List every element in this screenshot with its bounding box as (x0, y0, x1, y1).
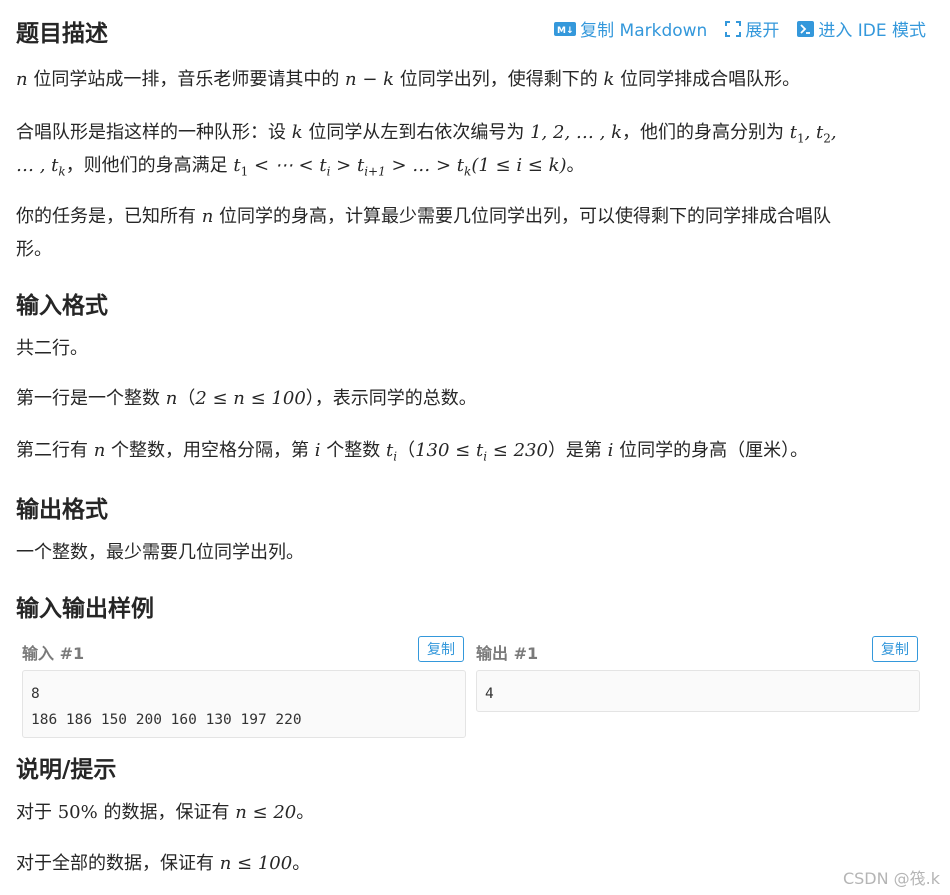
section-title-hint: 说明/提示 (16, 757, 117, 783)
section-title-samples: 输入输出样例 (16, 596, 154, 622)
section-title-description: 题目描述 (16, 21, 108, 47)
enter-ide-label: 进入 IDE 模式 (818, 21, 926, 41)
section-title-input-format: 输入格式 (16, 293, 108, 319)
expand-label: 展开 (745, 21, 780, 41)
input-format-line-2: 第一行是一个整数 n（2 ≤ n ≤ 100），表示同学的总数。 (16, 388, 477, 409)
copy-output-button[interactable]: 复制 (872, 636, 918, 662)
input-format-line-3: 第二行有 n 个整数，用空格分隔，第 i 个整数 ti（130 ≤ ti ≤ 2… (16, 440, 809, 464)
terminal-icon (797, 20, 815, 37)
copy-input-button[interactable]: 复制 (418, 636, 464, 662)
sample-input-label: 输入 #1 (22, 644, 85, 663)
description-paragraph-2-line-1: 合唱队形是指这样的一种队形：设 k 位同学从左到右依次编号为 1, 2, … ,… (16, 122, 837, 146)
expand-button[interactable]: 展开 (725, 16, 779, 41)
description-paragraph-1: n 位同学站成一排，音乐老师要请其中的 n − k 位同学出列，使得剩下的 k … (16, 69, 801, 90)
svg-text:M↓: M↓ (557, 26, 574, 36)
description-paragraph-3-line-1: 你的任务是，已知所有 n 位同学的身高，计算最少需要几位同学出列，可以使得剩下的… (16, 206, 832, 227)
description-paragraph-3-line-2: 形。 (16, 239, 52, 260)
section-title-output-format: 输出格式 (16, 497, 108, 523)
markdown-icon: M↓ (554, 21, 577, 36)
expand-icon (725, 20, 742, 37)
input-format-line-1: 共二行。 (16, 338, 88, 359)
enter-ide-button[interactable]: 进入 IDE 模式 (797, 16, 926, 41)
sample-output-box: 4 (476, 670, 920, 712)
csdn-watermark: CSDN @筏.k (842, 869, 940, 888)
problem-toolbar: M↓ 复制 Markdown 展开 进入 IDE 模式 (554, 16, 926, 41)
copy-markdown-label: 复制 Markdown (580, 21, 708, 41)
sample-input-box: 8 186 186 150 200 160 130 197 220 (22, 670, 466, 738)
sample-output-label: 输出 #1 (476, 644, 539, 663)
hint-line-2: 对于全部的数据，保证有 n ≤ 100。 (16, 853, 311, 874)
hint-line-1: 对于 50% 的数据，保证有 n ≤ 20。 (16, 802, 315, 823)
copy-markdown-button[interactable]: M↓ 复制 Markdown (554, 16, 707, 41)
output-format-line-1: 一个整数，最少需要几位同学出列。 (16, 542, 304, 563)
description-paragraph-2-line-2: … , tk，则他们的身高满足 t1 < ⋯ < ti > ti+1 > … >… (16, 155, 585, 179)
